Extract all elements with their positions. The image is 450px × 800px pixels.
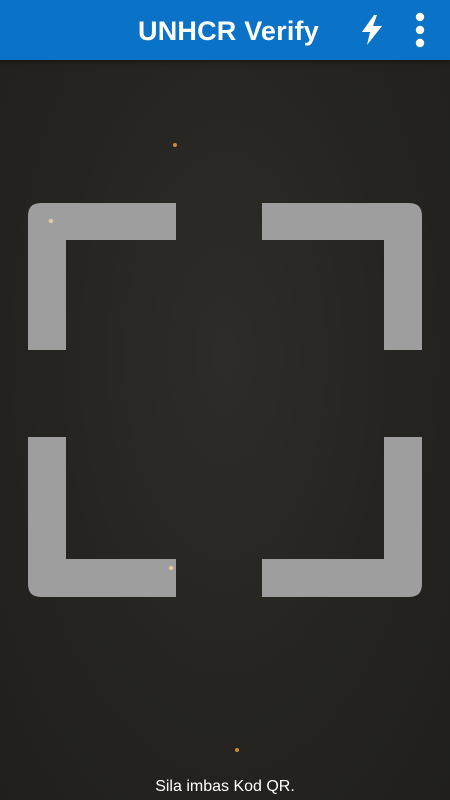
noise-speck: [173, 143, 177, 147]
noise-speck: [168, 565, 174, 571]
scan-hint-text: Sila imbas Kod QR.: [155, 778, 295, 795]
noise-speck: [48, 218, 54, 224]
flash-toggle-button[interactable]: [352, 8, 392, 52]
flash-icon: [362, 15, 382, 45]
more-vertical-icon: [415, 12, 425, 48]
app-toolbar: UNHCR Verify: [0, 0, 450, 60]
scan-corner-bottom-left: [28, 437, 176, 597]
scan-corner-top-left: [28, 203, 176, 350]
qr-scanner-screen: UNHCR Verify Sila imbas Kod QR.: [0, 0, 450, 800]
overflow-menu-button[interactable]: [402, 8, 438, 52]
scan-corner-top-right: [262, 203, 422, 350]
noise-speck: [235, 748, 239, 752]
app-title: UNHCR Verify: [138, 16, 319, 46]
scan-corner-bottom-right: [262, 437, 422, 597]
scan-frame: [28, 143, 422, 752]
camera-preview[interactable]: [0, 60, 450, 800]
